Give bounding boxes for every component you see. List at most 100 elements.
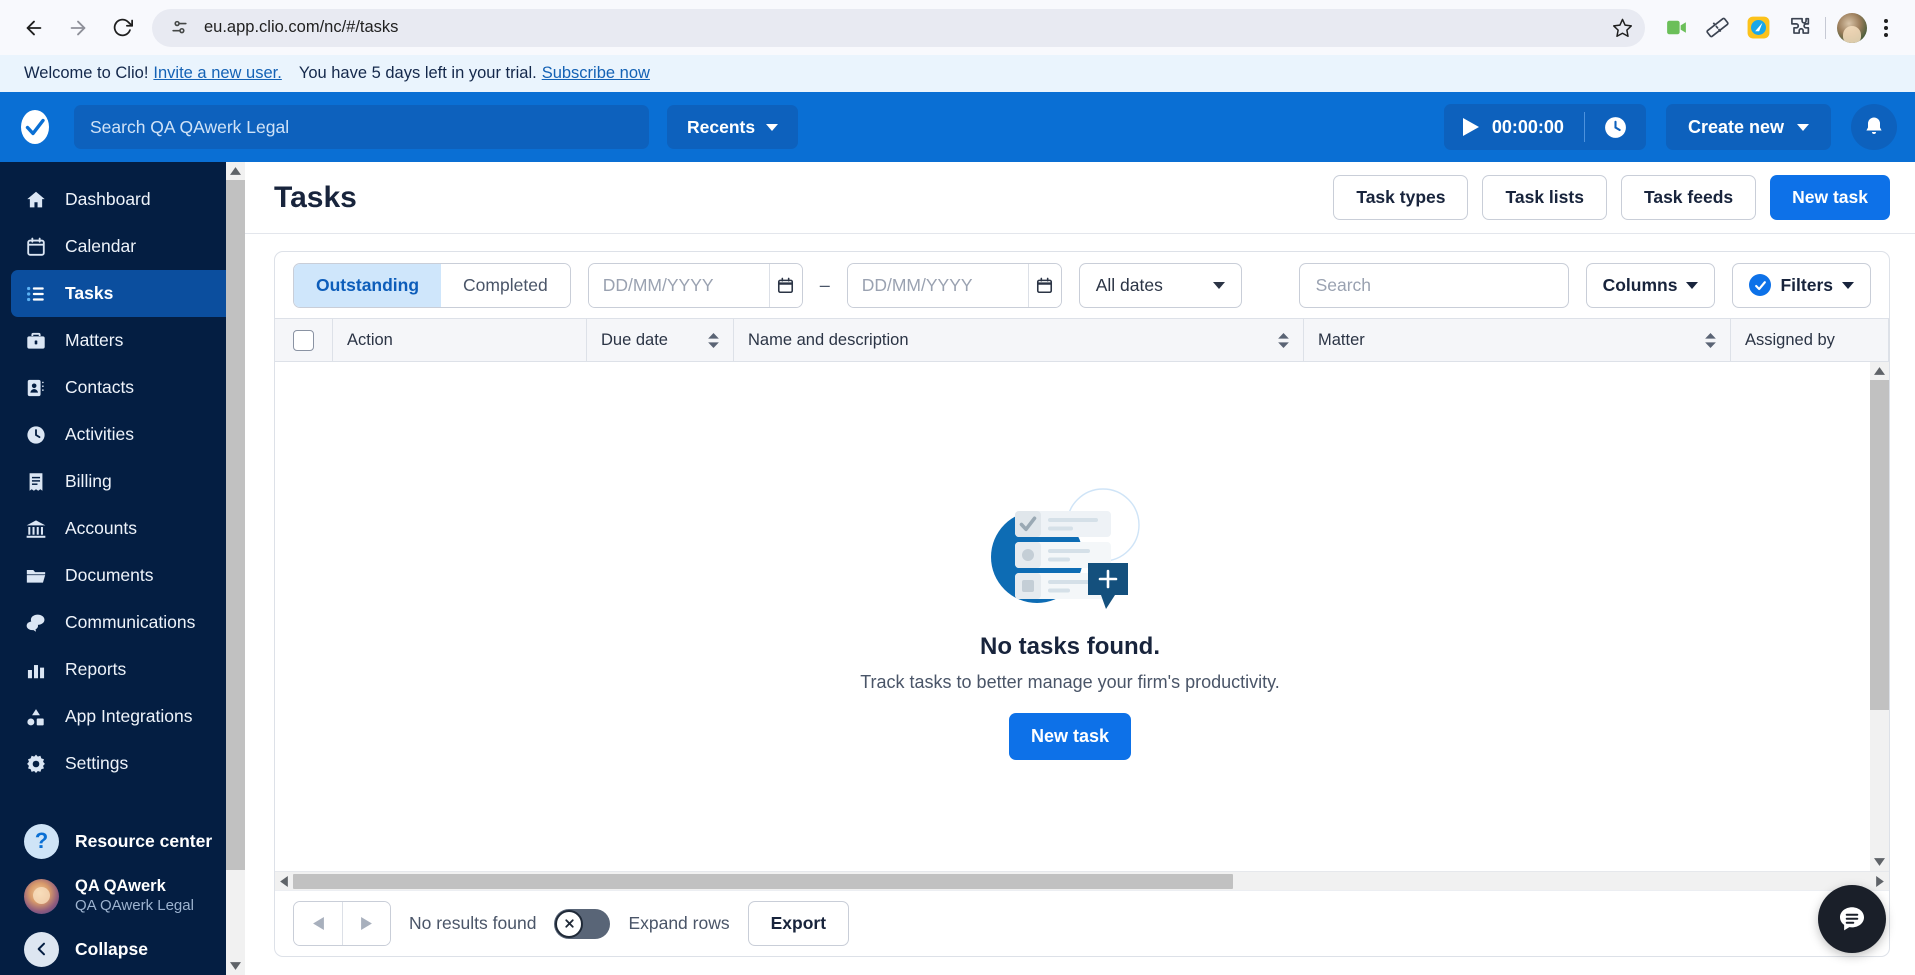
chat-support-button[interactable] (1818, 885, 1886, 953)
invite-user-link[interactable]: Invite a new user. (153, 64, 281, 83)
horizontal-scroll-track[interactable] (293, 872, 1871, 891)
create-new-button[interactable]: Create new (1665, 104, 1831, 150)
calendar-picker-icon[interactable] (1027, 263, 1061, 307)
recents-dropdown-button[interactable]: Recents (667, 105, 799, 149)
browser-profile-avatar[interactable] (1837, 12, 1867, 43)
calendar-picker-icon[interactable] (768, 263, 802, 307)
sidebar-scrollbar[interactable] (226, 162, 245, 975)
sidebar-item-matters[interactable]: Matters (11, 317, 234, 364)
date-to-field[interactable] (846, 262, 1062, 308)
results-count-text: No results found (409, 913, 537, 933)
video-camera-icon[interactable] (1661, 13, 1691, 43)
chevron-down-icon (1686, 281, 1699, 289)
sort-icon[interactable] (1278, 332, 1289, 348)
columns-button[interactable]: Columns (1585, 262, 1716, 308)
address-bar-url[interactable]: eu.app.clio.com/nc/#/tasks (204, 18, 1605, 37)
browser-forward-button[interactable] (58, 8, 98, 48)
new-task-button[interactable]: New task (1770, 175, 1890, 220)
browser-address-bar[interactable]: eu.app.clio.com/nc/#/tasks (152, 8, 1645, 47)
column-header-name-description[interactable]: Name and description (734, 319, 1304, 361)
select-all-checkbox[interactable] (293, 329, 314, 351)
tab-outstanding[interactable]: Outstanding (294, 263, 442, 307)
next-page-button[interactable] (342, 902, 390, 945)
start-timer-button[interactable]: 00:00:00 (1444, 117, 1584, 138)
tab-completed[interactable]: Completed (441, 263, 570, 307)
scroll-down-arrow-icon[interactable] (1870, 853, 1889, 871)
site-info-icon[interactable] (166, 15, 192, 41)
resource-center-button[interactable]: ? Resource center (0, 815, 245, 867)
table-search-input[interactable] (1298, 262, 1569, 308)
date-to-input[interactable] (847, 263, 1028, 307)
ruler-icon[interactable] (1702, 13, 1732, 43)
column-header-due-date[interactable]: Due date (587, 319, 734, 361)
scroll-down-arrow-icon[interactable] (226, 957, 245, 975)
notifications-button[interactable] (1851, 104, 1897, 150)
sidebar-item-accounts[interactable]: Accounts (11, 505, 234, 552)
chevron-left-icon (24, 931, 59, 967)
sidebar-item-app-integrations[interactable]: App Integrations (11, 693, 234, 740)
global-search-input[interactable] (74, 105, 649, 149)
empty-state: No tasks found. Track tasks to better ma… (275, 362, 1889, 871)
table-header-row: Action Due date Name and description Mat… (275, 318, 1889, 362)
horizontal-scrollbar-thumb[interactable] (293, 873, 1233, 889)
scroll-left-arrow-icon[interactable] (275, 872, 293, 891)
app-body: Dashboard Calendar Tasks Matters Contact… (0, 162, 1915, 975)
column-label: Action (347, 330, 393, 349)
task-types-button[interactable]: Task types (1333, 175, 1469, 220)
date-from-field[interactable] (587, 262, 803, 308)
chevron-down-icon (1842, 281, 1854, 289)
bookmark-star-icon[interactable] (1605, 11, 1639, 45)
export-button[interactable]: Export (747, 901, 850, 946)
sidebar-item-contacts[interactable]: Contacts (11, 364, 234, 411)
page-header: Tasks Task types Task lists Task feeds N… (245, 162, 1915, 234)
sidebar-item-calendar[interactable]: Calendar (11, 223, 234, 270)
sidebar-item-communications[interactable]: Communications (11, 599, 234, 646)
scroll-up-arrow-icon[interactable] (1870, 362, 1889, 380)
timer-history-button[interactable] (1585, 115, 1646, 140)
date-from-input[interactable] (588, 263, 769, 307)
column-header-assigned-by[interactable]: Assigned by (1731, 319, 1889, 361)
subscribe-now-link[interactable]: Subscribe now (542, 64, 650, 83)
table-scrollbar-thumb[interactable] (1870, 380, 1889, 710)
sidebar-item-billing[interactable]: Billing (11, 458, 234, 505)
empty-state-title: No tasks found. (979, 633, 1160, 660)
date-range-select-value: All dates (1095, 274, 1163, 295)
bank-icon (24, 517, 48, 541)
main-content: Tasks Task types Task lists Task feeds N… (245, 162, 1915, 975)
sidebar-item-tasks[interactable]: Tasks (11, 270, 234, 317)
expand-rows-toggle[interactable] (554, 908, 611, 939)
previous-page-button[interactable] (294, 902, 342, 945)
scroll-up-arrow-icon[interactable] (226, 162, 245, 180)
task-feeds-button[interactable]: Task feeds (1620, 175, 1757, 220)
sidebar-item-settings[interactable]: Settings (11, 740, 234, 787)
sort-icon[interactable] (1705, 332, 1716, 348)
banner-trial-text: You have 5 days left in your trial. (298, 64, 537, 82)
sidebar-item-reports[interactable]: Reports (11, 646, 234, 693)
filters-button[interactable]: Filters (1732, 262, 1871, 308)
sidebar-user-profile[interactable]: QA QAwerk QA QAwerk Legal (0, 867, 245, 925)
table-horizontal-scrollbar[interactable] (275, 871, 1889, 890)
empty-state-new-task-button[interactable]: New task (1008, 713, 1132, 760)
browser-reload-button[interactable] (102, 8, 142, 48)
puzzle-piece-icon[interactable] (1784, 13, 1814, 43)
task-lists-button[interactable]: Task lists (1482, 175, 1607, 220)
clio-logo-icon[interactable] (14, 106, 56, 148)
browser-menu-icon[interactable] (1871, 13, 1901, 43)
date-range-select[interactable]: All dates (1078, 262, 1242, 308)
column-header-matter[interactable]: Matter (1304, 319, 1731, 361)
page-header-actions: Task types Task lists Task feeds New tas… (1333, 175, 1890, 220)
play-icon (1462, 118, 1479, 136)
table-body: No tasks found. Track tasks to better ma… (275, 362, 1889, 871)
sidebar-item-activities[interactable]: Activities (11, 411, 234, 458)
sort-icon[interactable] (708, 332, 719, 348)
sidebar-item-dashboard[interactable]: Dashboard (11, 176, 234, 223)
scroll-right-arrow-icon[interactable] (1871, 872, 1889, 891)
column-header-action[interactable]: Action (333, 319, 587, 361)
browser-back-button[interactable] (14, 8, 54, 48)
table-vertical-scrollbar[interactable] (1870, 362, 1889, 871)
collapse-sidebar-button[interactable]: Collapse (0, 925, 245, 973)
select-all-cell[interactable] (275, 319, 333, 361)
sidebar-scrollbar-thumb[interactable] (226, 180, 245, 870)
clio-extension-icon[interactable] (1743, 13, 1773, 43)
sidebar-item-documents[interactable]: Documents (11, 552, 234, 599)
